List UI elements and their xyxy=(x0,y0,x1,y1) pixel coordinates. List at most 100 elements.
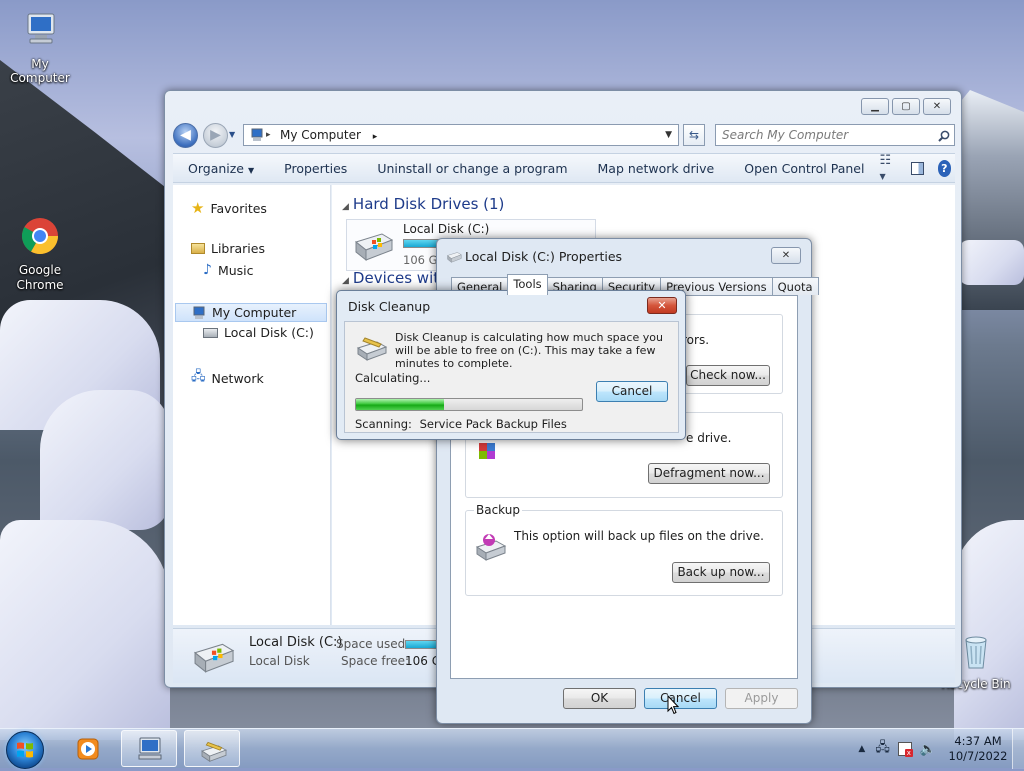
taskbar: ▲ 🖧 x 🔈 4:37 AM 10/7/2022 xyxy=(0,728,1024,769)
recent-pages-icon[interactable]: ▼ xyxy=(229,130,235,139)
preview-pane-icon[interactable] xyxy=(911,161,924,175)
navigation-pane: ★ Favorites Libraries ♪ Music My Compute… xyxy=(173,185,331,625)
command-bar: Organize ▼ Properties Uninstall or chang… xyxy=(173,153,955,183)
nav-label: Libraries xyxy=(211,241,265,256)
taskbar-disk-cleanup[interactable] xyxy=(184,730,240,767)
show-desktop-button[interactable] xyxy=(1012,729,1024,769)
uninstall-button[interactable]: Uninstall or change a program xyxy=(362,161,582,176)
calculating-label: Calculating... xyxy=(355,371,431,385)
address-dropdown-icon[interactable]: ▼ xyxy=(665,125,672,145)
nav-label: Local Disk (C:) xyxy=(224,325,314,340)
cleanup-progress-fill xyxy=(356,399,445,410)
nav-label: Music xyxy=(217,262,254,278)
group-header-hard-disk-drives[interactable]: ◢ Hard Disk Drives (1) xyxy=(342,195,504,213)
disk-cleanup-message: Disk Cleanup is calculating how much spa… xyxy=(395,331,663,370)
tab-quota[interactable]: Quota xyxy=(771,277,819,295)
scanning-status: Scanning: Service Pack Backup Files xyxy=(355,417,567,431)
clock[interactable]: 4:37 AM 10/7/2022 xyxy=(944,734,1012,764)
close-button[interactable]: ✕ xyxy=(647,297,677,314)
drive-name: Local Disk (C:) xyxy=(403,222,490,236)
scanning-item: Service Pack Backup Files xyxy=(419,417,567,431)
desktop-icon-label: Google Chrome xyxy=(16,263,64,292)
organize-menu[interactable]: Organize ▼ xyxy=(173,161,269,176)
volume-icon[interactable]: 🔈 xyxy=(920,742,936,757)
breadcrumb-chevron-icon: ▸ xyxy=(266,130,271,140)
map-network-drive-button[interactable]: Map network drive xyxy=(583,161,730,176)
disk-cleanup-icon xyxy=(356,337,388,361)
backup-group-title: Backup xyxy=(474,503,522,517)
folder-icon xyxy=(191,243,205,254)
clock-date: 10/7/2022 xyxy=(948,749,1008,763)
apply-button[interactable]: Apply xyxy=(725,688,798,709)
close-button[interactable]: ✕ xyxy=(771,247,801,264)
change-view-icon[interactable]: ☷ ▼ xyxy=(879,153,897,183)
maximize-button[interactable]: ▢ xyxy=(892,98,920,115)
search-icon[interactable] xyxy=(938,130,950,142)
computer-icon xyxy=(138,737,162,760)
refresh-button[interactable]: ⇆ xyxy=(683,124,705,146)
chrome-icon xyxy=(21,218,59,255)
nav-label: Network xyxy=(211,370,264,386)
collapse-icon: ◢ xyxy=(342,202,349,212)
action-center-icon[interactable]: x xyxy=(897,742,913,757)
scanning-label: Scanning: xyxy=(355,417,412,431)
nav-item-network[interactable]: 🖧 Network xyxy=(191,367,264,389)
show-hidden-icons-icon[interactable]: ▲ xyxy=(858,744,865,754)
computer-icon xyxy=(251,128,263,141)
nav-item-music[interactable]: ♪ Music xyxy=(203,262,254,278)
chevron-down-icon: ▼ xyxy=(247,165,255,175)
taskbar-explorer[interactable] xyxy=(121,730,177,767)
wallpaper-ice xyxy=(40,390,170,530)
system-tray: ▲ 🖧 x 🔈 4:37 AM 10/7/2022 xyxy=(858,729,1024,769)
navigation-bar: ◀ ▶ ▼ ▸ My Computer ▸ ▼ ⇆ Search My Comp… xyxy=(173,121,955,149)
defragment-now-button[interactable]: Defragment now... xyxy=(648,463,770,484)
network-icon[interactable]: 🖧 xyxy=(875,738,890,760)
desktop-icon-google-chrome[interactable]: Google Chrome xyxy=(0,216,80,293)
nav-item-local-disk[interactable]: Local Disk (C:) xyxy=(203,325,314,340)
breadcrumb-chevron-icon[interactable]: ▸ xyxy=(373,132,378,142)
mouse-cursor-icon xyxy=(667,695,679,715)
check-now-button[interactable]: Check now... xyxy=(686,365,770,386)
collapse-icon: ◢ xyxy=(342,276,349,286)
help-icon[interactable]: ? xyxy=(937,159,952,177)
back-up-now-button[interactable]: Back up now... xyxy=(672,562,770,583)
star-icon: ★ xyxy=(191,199,205,217)
start-button[interactable] xyxy=(6,731,44,769)
taskbar-media-player[interactable] xyxy=(60,730,116,767)
cancel-button[interactable]: Cancel xyxy=(644,688,717,709)
window-controls: ▁ ▢ ✕ xyxy=(861,98,951,115)
desktop-icon-label: My Computer xyxy=(10,57,70,85)
nav-item-favorites[interactable]: ★ Favorites xyxy=(191,199,267,217)
address-text: My Computer xyxy=(280,128,361,142)
address-bar[interactable]: ▸ My Computer ▸ ▼ xyxy=(243,124,679,146)
details-space-free-label: Space free: xyxy=(341,654,410,668)
windows-logo-icon xyxy=(17,742,33,758)
defragmentation-text: e drive. xyxy=(686,431,732,445)
back-button[interactable]: ◀ xyxy=(173,123,198,148)
disk-cleanup-title: Disk Cleanup xyxy=(348,299,431,314)
group-title: Devices with xyxy=(352,269,449,287)
music-icon: ♪ xyxy=(203,262,212,278)
group-header-devices[interactable]: ◢ Devices with xyxy=(342,269,449,287)
properties-button[interactable]: Properties xyxy=(269,161,362,176)
cancel-button[interactable]: Cancel xyxy=(596,381,668,402)
open-control-panel-button[interactable]: Open Control Panel xyxy=(729,161,879,176)
drive-icon xyxy=(203,327,218,338)
details-space-used-label: Space used: xyxy=(336,637,410,651)
wallpaper-ice xyxy=(954,520,1024,740)
desktop-icon-my-computer[interactable]: My Computer xyxy=(0,10,80,85)
computer-icon xyxy=(27,13,55,44)
tab-tools[interactable]: Tools xyxy=(507,274,548,295)
close-button[interactable]: ✕ xyxy=(923,98,951,115)
backup-text: This option will back up files on the dr… xyxy=(514,529,764,543)
minimize-button[interactable]: ▁ xyxy=(861,98,889,115)
search-input[interactable]: Search My Computer xyxy=(715,124,955,146)
details-drive-name: Local Disk (C:) xyxy=(249,635,343,650)
nav-item-my-computer[interactable]: My Computer xyxy=(175,303,327,322)
forward-button[interactable]: ▶ xyxy=(203,123,228,148)
backup-icon xyxy=(475,534,507,561)
computer-icon xyxy=(193,306,205,319)
ok-button[interactable]: OK xyxy=(563,688,636,709)
media-player-icon xyxy=(77,738,99,760)
nav-item-libraries[interactable]: Libraries xyxy=(191,241,265,256)
